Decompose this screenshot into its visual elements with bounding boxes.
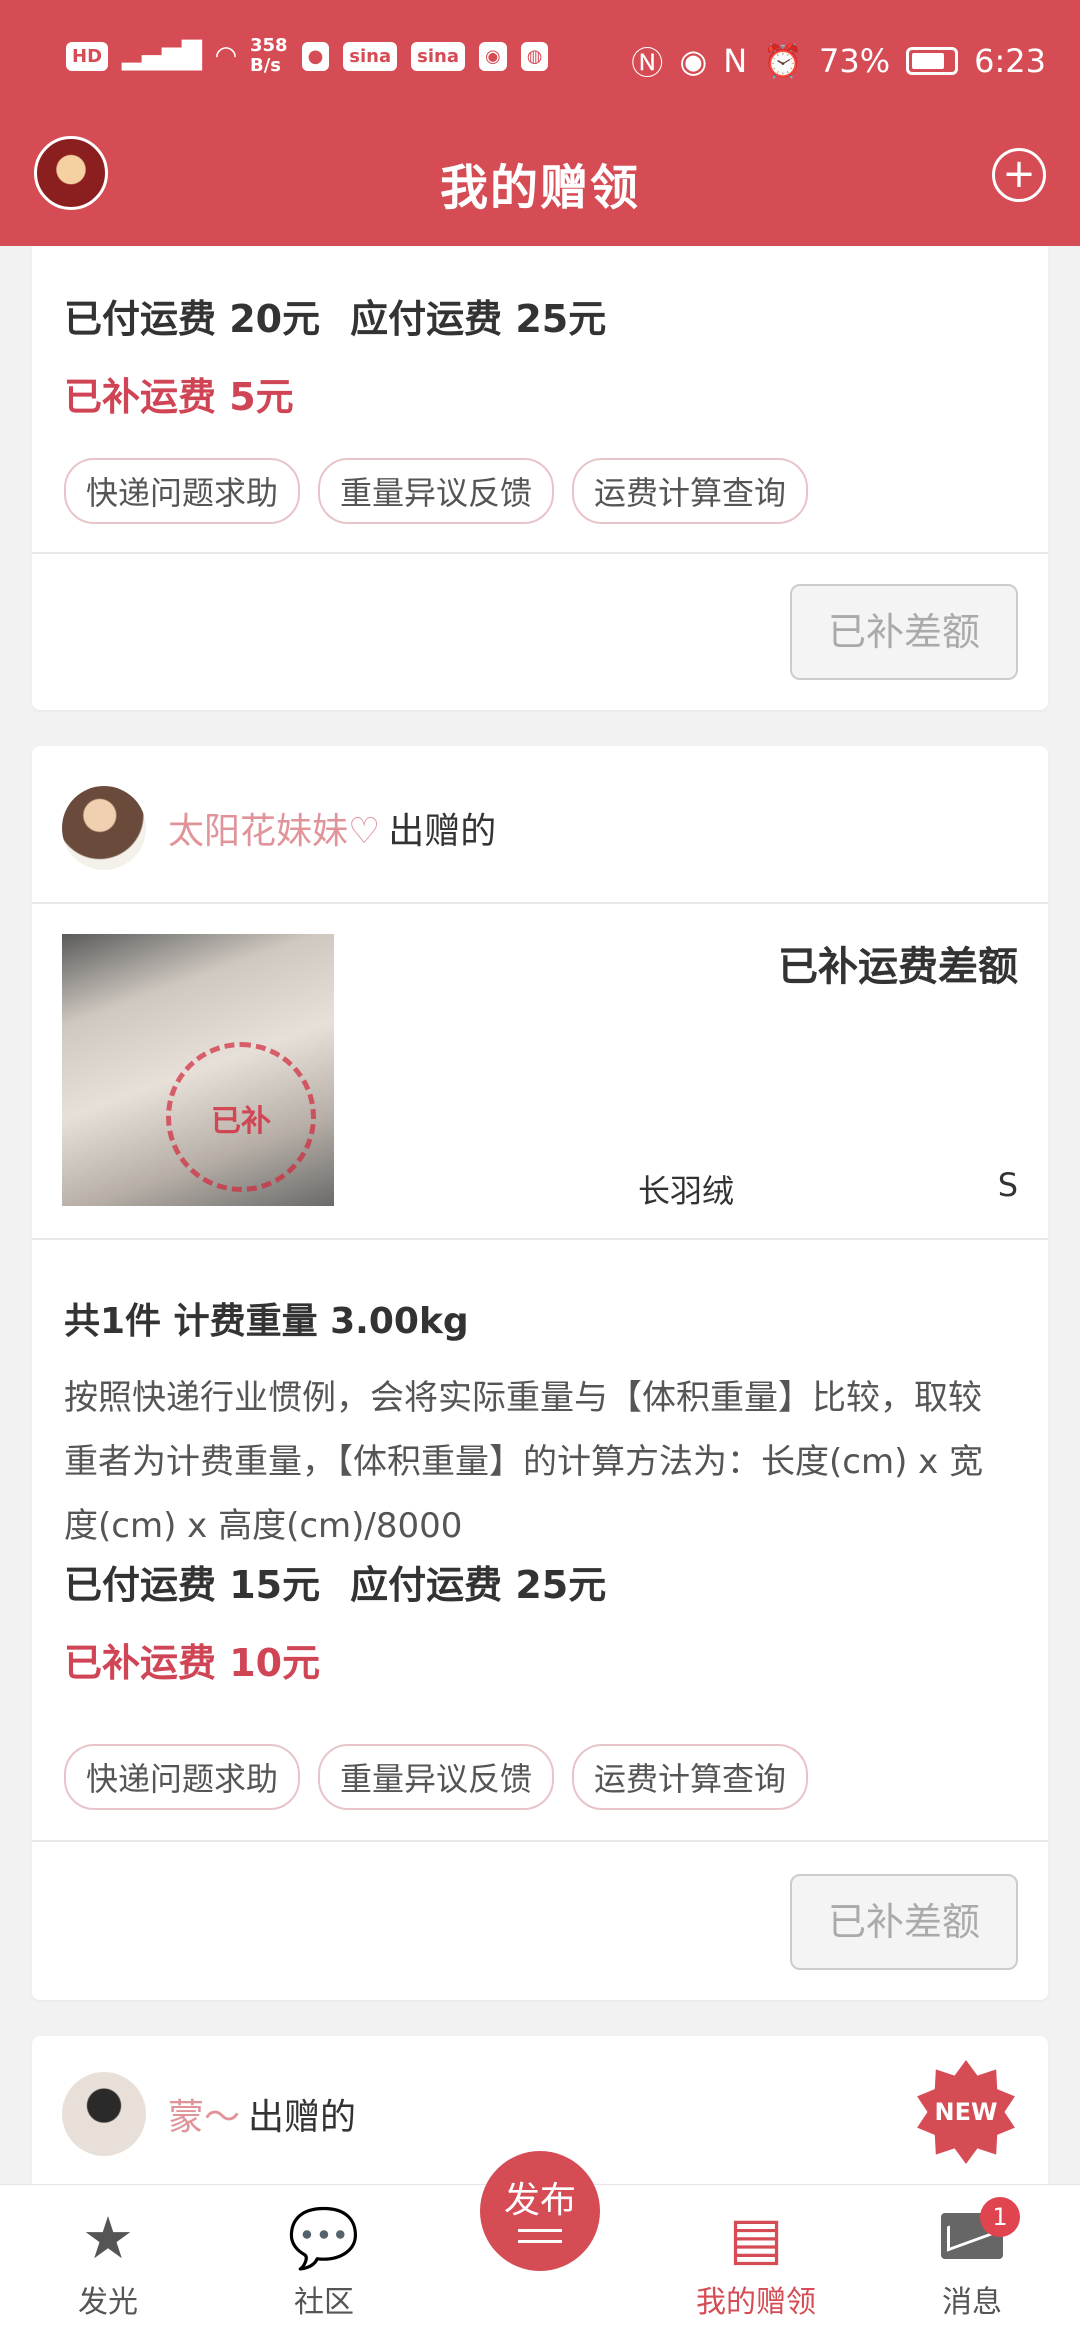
supplemented-fee: 已补运费 10元	[64, 1641, 321, 1685]
due-fee: 应付运费 25元	[350, 1563, 607, 1607]
chat-bubbles-icon: 💬	[287, 2204, 361, 2272]
signal-bars-icon: ▂▄▆█	[122, 41, 202, 71]
donor-row[interactable]: 蒙～ 出赠的	[62, 2072, 356, 2156]
nav-glow[interactable]: ★ 发光	[28, 2203, 188, 2321]
donor-name[interactable]: 蒙～	[168, 2088, 240, 2140]
nav-my-gifts[interactable]: ▤ 我的赠领	[676, 2203, 836, 2321]
divider	[32, 1238, 1048, 1240]
divider	[32, 1840, 1048, 1842]
help-tags: 快递问题求助 重量异议反馈 运费计算查询	[64, 458, 809, 524]
nav-messages[interactable]: 1 消息	[892, 2197, 1052, 2321]
paid-fee: 已付运费 20元	[64, 297, 321, 341]
app-notification-icon: ●	[301, 41, 330, 71]
publish-label: 发布	[503, 2180, 576, 2221]
supplemented-fee: 已补运费 5元	[64, 375, 294, 419]
top-bar: HD ▂▄▆█ ◠ 358 B/s ● sina sina ◉ ◍ Ⓝ ◉ N …	[0, 0, 1080, 246]
donation-card-2: 太阳花妹妹♡ 出赠的 已补 已补运费差额 长羽绒 S 共1件 计费重量 3.00…	[32, 746, 1048, 2000]
donation-card-1: 已付运费 20元 应付运费 25元 已补运费 5元 快递问题求助 重量异议反馈 运…	[32, 246, 1048, 710]
item-name: 长羽绒	[638, 1172, 735, 1210]
supplemented-button[interactable]: 已补差额	[790, 1874, 1018, 1970]
divider	[32, 552, 1048, 554]
tag-weight-dispute[interactable]: 重量异议反馈	[318, 458, 555, 524]
new-badge: NEW	[914, 2060, 1018, 2164]
bottom-nav: ★ 发光 💬 社区 发布 ▤ 我的赠领 1 消息	[0, 2151, 1080, 2340]
gift-box-icon: ▤	[728, 2204, 784, 2272]
donor-suffix: 出赠的	[248, 2097, 357, 2138]
help-tags: 快递问题求助 重量异议反馈 运费计算查询	[64, 1744, 809, 1810]
battery-percent: 73%	[819, 42, 891, 80]
nav-label: 发光	[78, 2285, 138, 2320]
avatar[interactable]	[62, 786, 146, 870]
status-bar: HD ▂▄▆█ ◠ 358 B/s ● sina sina ◉ ◍ Ⓝ ◉ N …	[0, 0, 1080, 124]
tag-express-help[interactable]: 快递问题求助	[64, 458, 301, 524]
sina-icon: sina	[411, 41, 466, 71]
billing-weight: 共1件 计费重量 3.00kg	[64, 1301, 469, 1342]
alarm-icon: ⏰	[763, 42, 804, 80]
weight-description: 按照快递行业惯例，会将实际重量与【体积重量】比较，取较重者为计费重量，【体积重量…	[64, 1378, 984, 1546]
nfc-icon: Ⓝ	[631, 44, 664, 82]
nav-label: 社区	[294, 2285, 354, 2320]
nav-label: 我的赠领	[696, 2285, 816, 2320]
order-status: 已补运费差额	[778, 944, 1018, 990]
publish-button[interactable]: 发布	[480, 2151, 600, 2271]
network-speed: 358 B/s	[250, 35, 288, 76]
app-header: 我的赠领 +	[0, 124, 1080, 246]
divider	[32, 902, 1048, 904]
battery-icon	[906, 47, 959, 75]
item-size: S	[997, 1166, 1018, 1204]
hd-signal-icon: HD	[66, 41, 109, 71]
product-image[interactable]: 已补	[62, 934, 334, 1206]
avatar[interactable]	[62, 2072, 146, 2156]
paid-fee: 已付运费 15元	[64, 1563, 321, 1607]
tag-fee-query[interactable]: 运费计算查询	[572, 458, 809, 524]
nav-label: 消息	[942, 2285, 1002, 2320]
message-count-badge: 1	[980, 2197, 1020, 2237]
nfc-n-icon: N	[723, 42, 748, 80]
tag-fee-query[interactable]: 运费计算查询	[572, 1744, 809, 1810]
donor-row[interactable]: 太阳花妹妹♡ 出赠的	[62, 786, 496, 870]
publish-icon	[518, 2229, 562, 2243]
plus-circle-icon[interactable]: +	[992, 148, 1046, 202]
tag-express-help[interactable]: 快递问题求助	[64, 1744, 301, 1810]
due-fee: 应付运费 25元	[350, 297, 607, 341]
star-icon: ★	[82, 2204, 134, 2272]
clock: 6:23	[974, 42, 1046, 80]
donor-suffix: 出赠的	[388, 811, 497, 852]
sina-icon: sina	[343, 41, 398, 71]
bulb-icon: ◉	[479, 41, 507, 71]
eye-icon: ◉	[679, 42, 708, 80]
ball-icon: ◍	[520, 41, 549, 71]
page-title: 我的赠领	[439, 160, 640, 216]
nav-community[interactable]: 💬 社区	[244, 2203, 404, 2321]
supplemented-button[interactable]: 已补差额	[790, 584, 1018, 680]
donor-name[interactable]: 太阳花妹妹♡	[168, 802, 380, 854]
supplemented-stamp: 已补	[166, 1042, 316, 1192]
tag-weight-dispute[interactable]: 重量异议反馈	[318, 1744, 555, 1810]
wifi-icon: ◠	[216, 41, 236, 71]
